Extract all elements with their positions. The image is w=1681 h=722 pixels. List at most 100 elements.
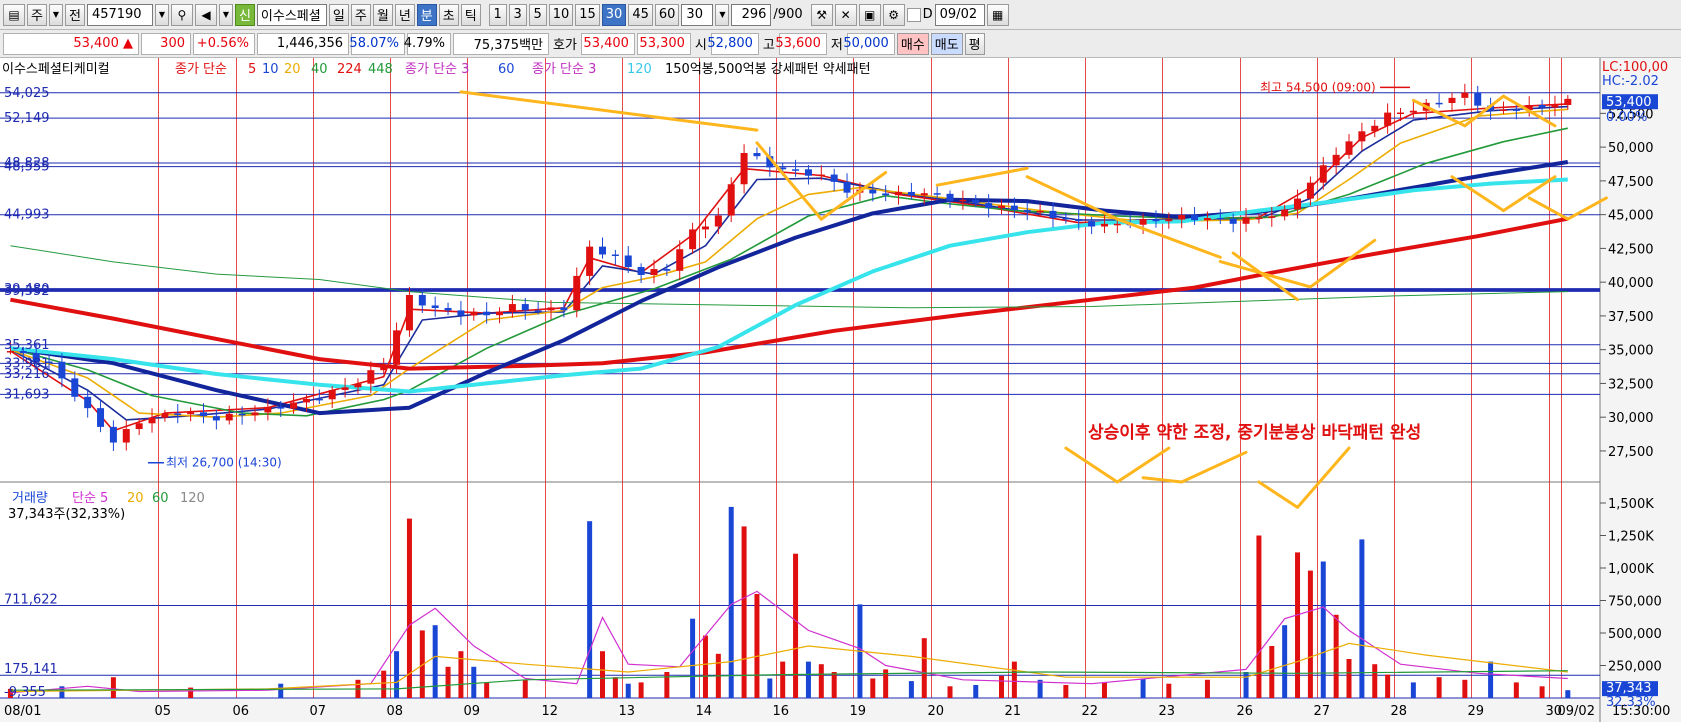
candle-body [1397, 112, 1404, 115]
volume-bar [767, 678, 773, 698]
candle-body [200, 412, 207, 417]
period-year-button[interactable]: 년 [394, 3, 415, 26]
legend-entry: 10 [262, 62, 279, 77]
code-dropdown-arrow[interactable]: ▼ [154, 3, 169, 26]
market-dropdown-arrow[interactable]: ▼ [48, 3, 63, 26]
period-month-button[interactable]: 월 [372, 3, 393, 26]
volume-pct-label: 32.33% [1606, 695, 1656, 710]
evaluate-button[interactable]: 평 [964, 32, 985, 55]
candle-body [71, 378, 79, 397]
stock-code-input[interactable]: 457190 [86, 3, 153, 26]
x-tick-label: 29 [1468, 704, 1485, 719]
period-week-button[interactable]: 주 [350, 3, 371, 26]
interval-button[interactable]: 60 [654, 3, 680, 26]
candle-body [1216, 218, 1224, 220]
prev-button[interactable]: 전 [64, 3, 85, 26]
candle-body [959, 199, 967, 202]
candle-body [1191, 215, 1199, 221]
market-select[interactable]: 주 [27, 3, 47, 26]
candle-body [586, 246, 594, 276]
candle-body [1062, 217, 1070, 220]
candle-body [1538, 105, 1546, 108]
volume-bar [1333, 614, 1339, 698]
vol-level-label: -9,355 [4, 685, 46, 700]
volume-bar [999, 675, 1004, 698]
low-note: 최저 26,700 (14:30) [166, 456, 282, 470]
candle-body [1564, 98, 1572, 105]
period-tick-button[interactable]: 틱 [460, 3, 481, 26]
candle-body [1075, 219, 1083, 222]
candle-body [843, 181, 851, 193]
volume-legend-entry: 단순 5 [72, 491, 108, 506]
candle-body [354, 383, 362, 388]
candle-body [122, 429, 130, 443]
y-tick-label: 42,500 [1608, 242, 1654, 257]
volume-bar [394, 651, 400, 698]
interval-button[interactable]: 3 [508, 3, 527, 26]
candle-body [418, 295, 426, 306]
high-note: 최고 54,500 (09:00) [1260, 80, 1376, 94]
layout-icon[interactable]: ▤ [3, 3, 25, 26]
indicator-icon[interactable]: ⚒ [810, 3, 833, 26]
search-icon[interactable]: ⚲ [170, 3, 193, 26]
date-checkbox[interactable] [906, 7, 921, 22]
date-input[interactable]: 09/02 [934, 3, 985, 26]
legend-entry: 448 [368, 62, 393, 77]
candlestick-chart[interactable]: 08/01 05 06 07 08 09 12 13 14 16 19 20 21 22 23 26 27 28 2… [0, 58, 1681, 722]
candle-body [882, 193, 890, 196]
legend-entry: 5 [248, 62, 256, 77]
candle-body [1036, 210, 1044, 213]
candle-body [135, 423, 143, 430]
current-price-field: 53,400 ▲ [3, 32, 139, 55]
legend-entry: 120 [627, 62, 652, 77]
speaker-icon[interactable]: ◀ [194, 3, 217, 26]
x-tick-label: 12 [542, 704, 559, 719]
candle-body [1409, 110, 1417, 113]
volume-bar [690, 618, 696, 698]
bar-count-input[interactable]: 296 [731, 3, 772, 26]
x-tick-label: 08 [387, 704, 404, 719]
settings-gear-icon[interactable]: ⚙ [882, 3, 905, 26]
volume-bar [1372, 664, 1378, 698]
level-label: 31,693 [4, 387, 50, 402]
legend-entry: 종가 단순 3 [532, 62, 596, 77]
candle-body [109, 426, 117, 443]
interval-select[interactable]: 30 [681, 3, 714, 26]
candle-body [1023, 210, 1031, 212]
calendar-icon[interactable]: ▦ [986, 3, 1009, 26]
interval-button[interactable]: 45 [628, 3, 653, 26]
candle-body [1306, 182, 1314, 199]
period-second-button[interactable]: 초 [438, 3, 459, 26]
vol-y-tick-label: 500,000 [1608, 627, 1662, 642]
x-tick-label: 23 [1159, 704, 1176, 719]
candle-body [1512, 109, 1520, 111]
volume-bar [1307, 570, 1313, 698]
volume-bar [445, 666, 451, 698]
quote-bar: 53,400 ▲ 300 +0.56% 1,446,356 58.07% 4.7… [0, 30, 1681, 58]
interval-button[interactable]: 5 [528, 3, 547, 26]
interval-dropdown-arrow[interactable]: ▼ [715, 3, 730, 26]
buy-button[interactable]: 매수 [896, 32, 929, 55]
candle-body [251, 412, 259, 416]
speaker-dropdown-arrow[interactable]: ▼ [218, 3, 233, 26]
drawing-tool-icon[interactable]: ✕ [834, 3, 857, 26]
volume-bar [638, 682, 644, 698]
volume-bar [818, 664, 824, 698]
volume-value-label: 37,343 [1606, 681, 1652, 696]
y-tick-label: 32,500 [1608, 377, 1654, 392]
legend-entry: 20 [284, 62, 301, 77]
save-icon[interactable]: ▣ [858, 3, 881, 26]
interval-button[interactable]: 1 [488, 3, 507, 26]
vol-y-tick-label: 1,000K [1608, 562, 1654, 577]
x-tick-label: 14 [696, 704, 713, 719]
volume-bar [406, 518, 412, 698]
current-price: 53,400 [73, 36, 119, 51]
period-day-button[interactable]: 일 [328, 3, 349, 26]
period-minute-button[interactable]: 분 [416, 3, 437, 26]
sell-button[interactable]: 매도 [930, 32, 963, 55]
interval-button[interactable]: 30 [601, 3, 627, 26]
interval-button[interactable]: 15 [575, 3, 600, 26]
interval-button[interactable]: 10 [548, 3, 574, 26]
candle-body [547, 307, 555, 311]
interval-tabs: 1 3 5 10 15 30 45 60 [488, 3, 680, 26]
